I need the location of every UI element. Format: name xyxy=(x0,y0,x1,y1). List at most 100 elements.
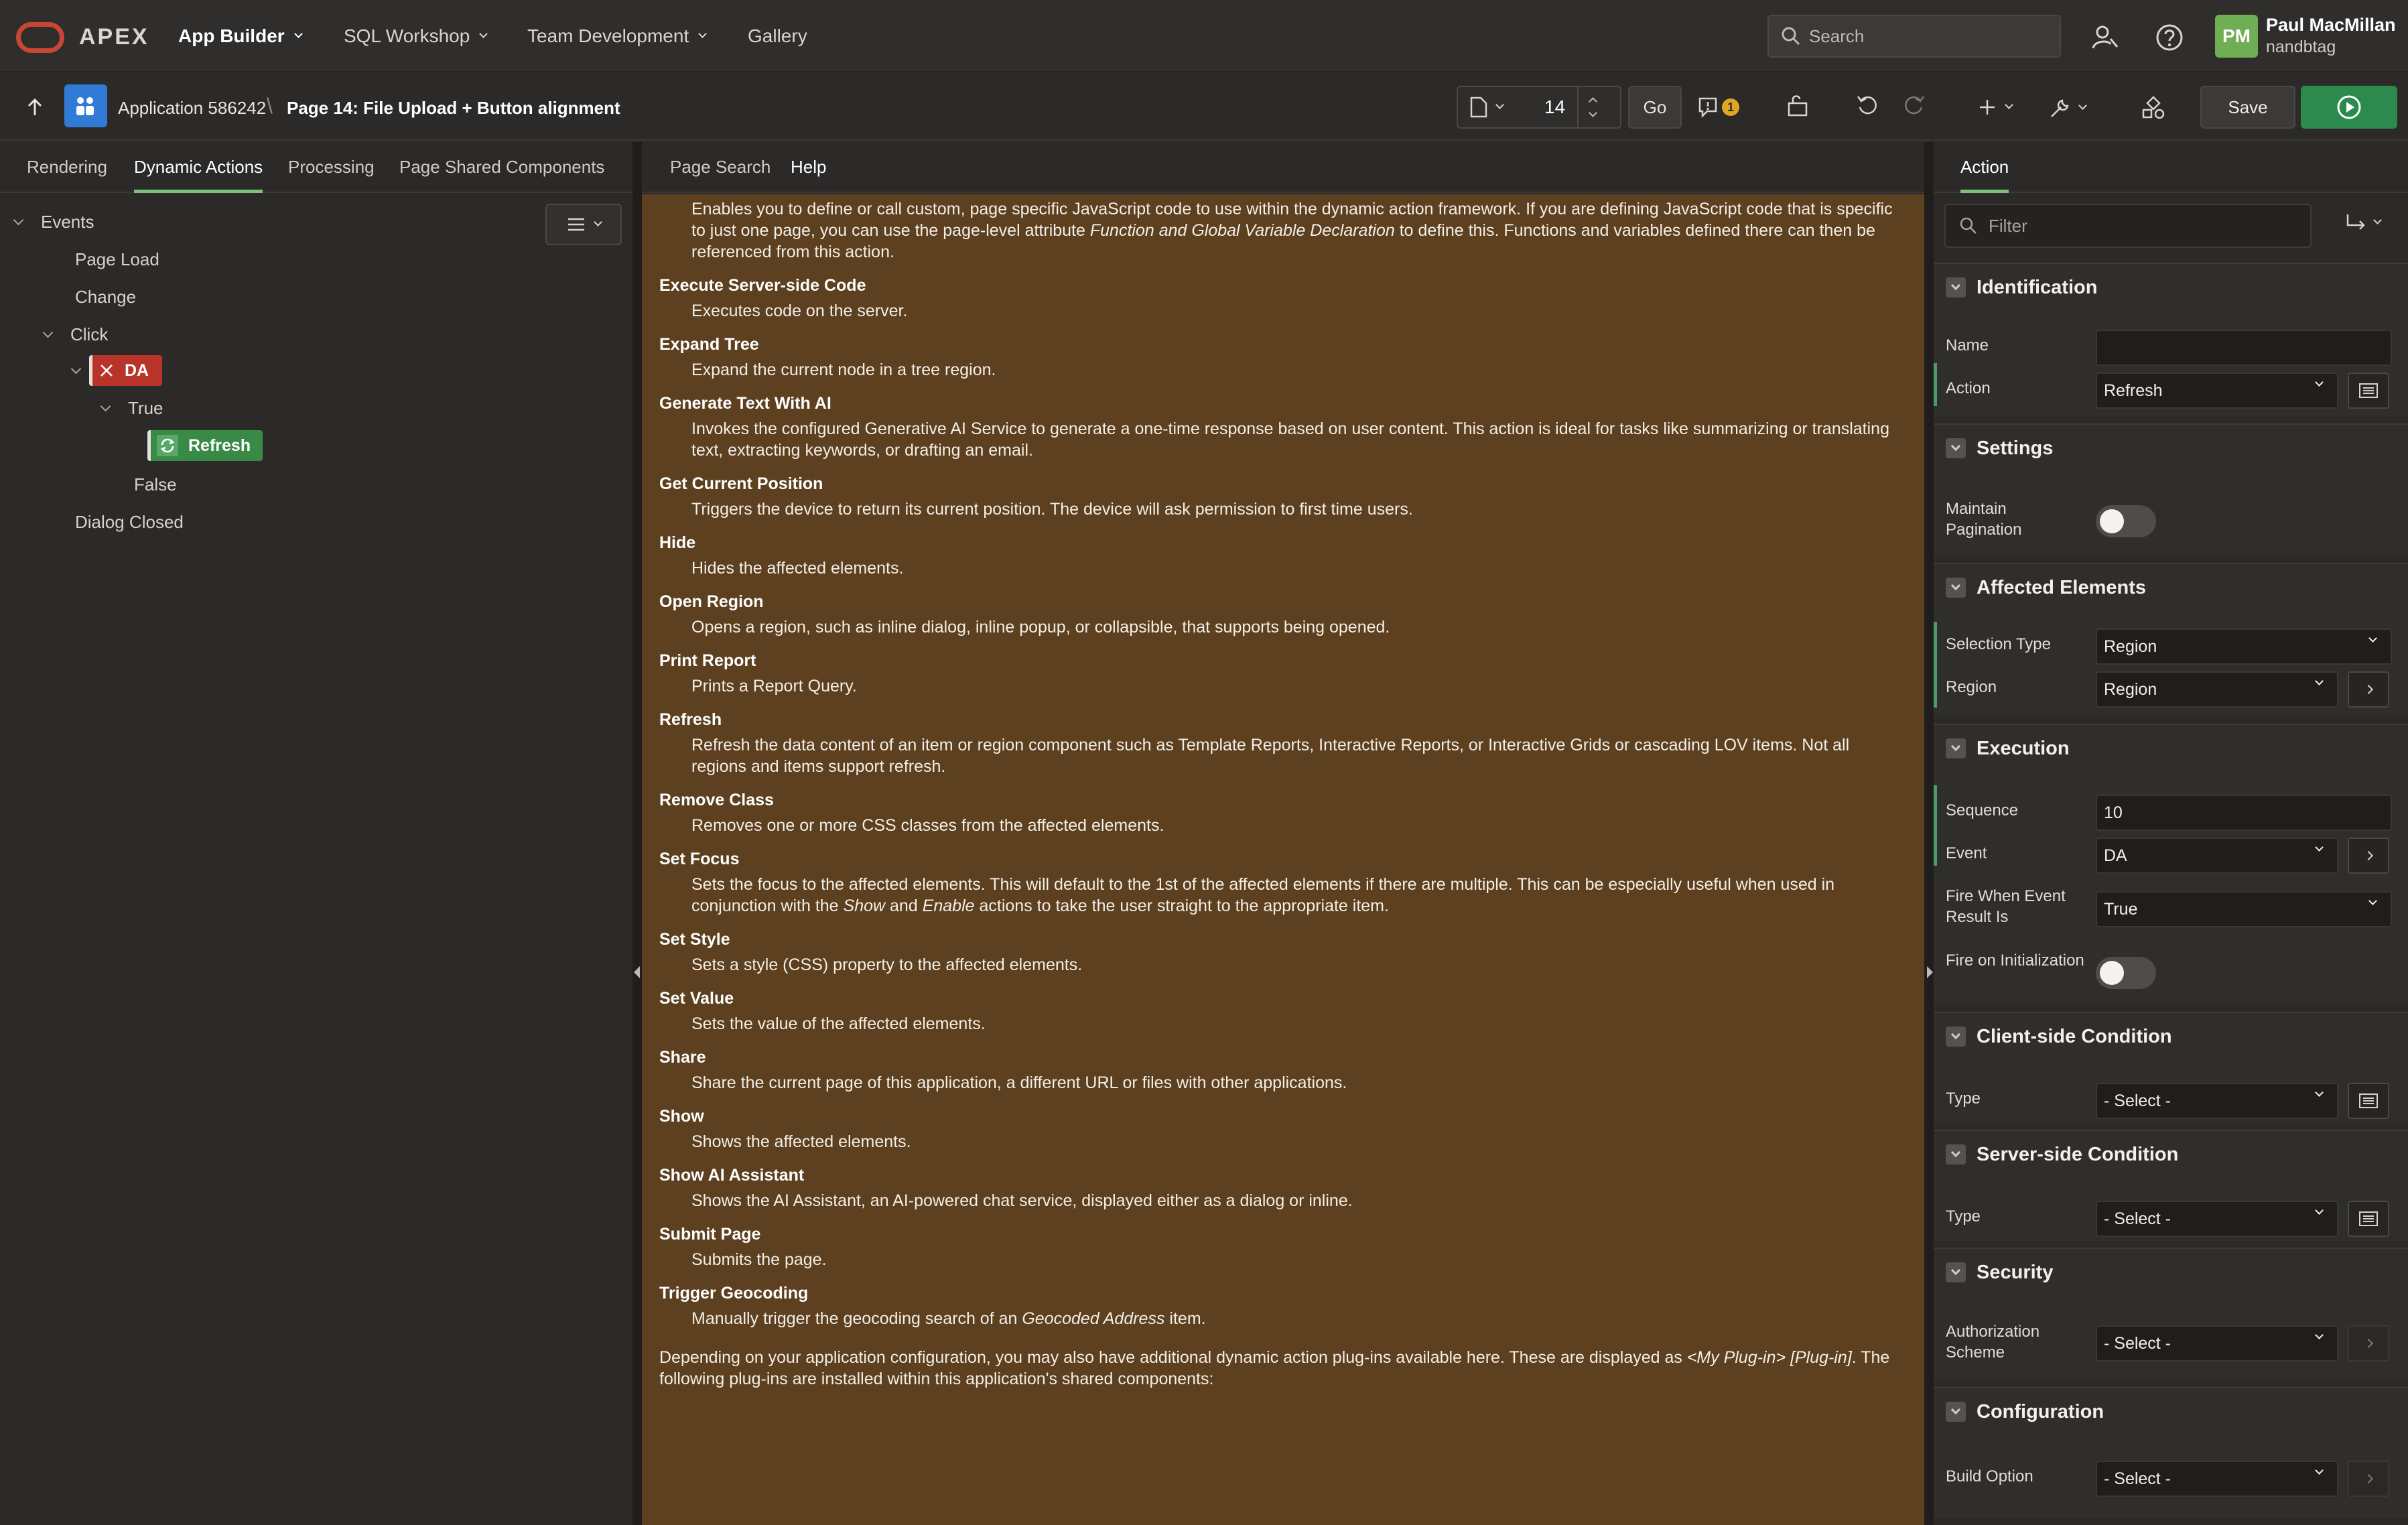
section-client-side-condition: Client-side Condition Type - Select - xyxy=(1934,1012,2408,1123)
go-to-group-button[interactable] xyxy=(2345,213,2382,232)
section-header[interactable]: Settings xyxy=(1934,423,2408,472)
chevron-down-icon[interactable] xyxy=(100,401,111,412)
help-text: Enables you to define or call custom, pa… xyxy=(659,194,1905,1390)
section-header[interactable]: Security xyxy=(1934,1248,2408,1296)
tree-node-da[interactable]: DA xyxy=(70,355,163,386)
application-icon[interactable] xyxy=(64,84,107,127)
user-avatar[interactable]: PM xyxy=(2215,15,2258,58)
list-of-values-button[interactable] xyxy=(2348,1201,2389,1237)
tree-menu-button[interactable] xyxy=(545,204,622,245)
go-to-authorization-button[interactable] xyxy=(2348,1325,2389,1362)
nav-gallery[interactable]: Gallery xyxy=(748,25,807,47)
redo-icon[interactable] xyxy=(1903,94,1926,117)
chevron-up-icon[interactable] xyxy=(1588,97,1597,106)
section-header[interactable]: Configuration xyxy=(1934,1387,2408,1435)
tab-help[interactable]: Help xyxy=(791,157,826,190)
run-page-button[interactable] xyxy=(2301,86,2397,129)
tree-node-page-load[interactable]: Page Load xyxy=(75,249,159,270)
utilities-menu-button[interactable] xyxy=(2049,96,2087,119)
nav-app-builder[interactable]: App Builder xyxy=(178,25,303,47)
undo-icon[interactable] xyxy=(1856,94,1879,117)
lock-page-icon[interactable] xyxy=(1786,94,1809,118)
go-to-event-button[interactable] xyxy=(2348,838,2389,874)
go-to-region-button[interactable] xyxy=(2348,671,2389,708)
left-splitter[interactable] xyxy=(632,142,642,1525)
tab-page-shared-components[interactable]: Page Shared Components xyxy=(399,157,604,190)
tab-processing[interactable]: Processing xyxy=(288,157,375,190)
collapse-toggle-icon[interactable] xyxy=(1946,438,1966,458)
fire-on-initialization-toggle[interactable] xyxy=(2096,957,2156,989)
list-of-values-button[interactable] xyxy=(2348,373,2389,409)
name-input[interactable] xyxy=(2096,330,2392,366)
action-refresh[interactable]: Refresh xyxy=(147,430,263,461)
tree-node-change[interactable]: Change xyxy=(75,287,136,308)
collapse-toggle-icon[interactable] xyxy=(1946,1144,1966,1165)
fire-when-select[interactable]: True xyxy=(2096,891,2392,927)
tree-node-events[interactable]: Events xyxy=(13,212,94,233)
selection-type-select[interactable]: Region xyxy=(2096,628,2392,665)
shared-components-icon[interactable] xyxy=(2141,95,2165,119)
collapse-toggle-icon[interactable] xyxy=(1946,1026,1966,1047)
property-filter-input[interactable]: Filter xyxy=(1944,204,2312,248)
save-button[interactable]: Save xyxy=(2200,86,2295,129)
right-splitter[interactable] xyxy=(1924,142,1934,1525)
up-arrow-icon[interactable] xyxy=(24,96,46,121)
page-number-stepper[interactable] xyxy=(1577,87,1607,127)
collapse-toggle-icon[interactable] xyxy=(1946,738,1966,758)
collapse-right-icon[interactable] xyxy=(1927,966,1933,978)
action-select[interactable]: Refresh xyxy=(2096,373,2338,409)
tab-action[interactable]: Action xyxy=(1960,157,2009,193)
oracle-logo-icon[interactable] xyxy=(16,22,64,53)
administration-icon[interactable] xyxy=(2089,23,2121,52)
set-focus-emphasis: Enable xyxy=(922,897,975,915)
dynamic-action-da[interactable]: DA xyxy=(89,355,163,386)
tab-rendering[interactable]: Rendering xyxy=(27,157,107,190)
tree-node-false[interactable]: False xyxy=(134,474,177,495)
section-header[interactable]: Execution xyxy=(1934,724,2408,772)
go-to-build-option-button[interactable] xyxy=(2348,1461,2389,1497)
global-search-input[interactable]: Search xyxy=(1767,15,2061,58)
collapse-toggle-icon[interactable] xyxy=(1946,1262,1966,1282)
authorization-scheme-select[interactable]: - Select - xyxy=(2096,1325,2338,1362)
event-select[interactable]: DA xyxy=(2096,838,2338,874)
section-header[interactable]: Identification xyxy=(1934,263,2408,311)
selection-type-label: Selection Type xyxy=(1946,635,2051,653)
chevron-down-icon[interactable] xyxy=(13,214,24,226)
section-header[interactable]: Server-side Condition xyxy=(1934,1130,2408,1178)
tree-node-true[interactable]: True xyxy=(100,398,163,419)
page-number-input[interactable]: 14 xyxy=(1544,96,1565,118)
collapse-toggle-icon[interactable] xyxy=(1946,277,1966,297)
chevron-down-icon xyxy=(2315,677,2324,685)
apex-brand[interactable]: APEX xyxy=(79,24,149,50)
tab-page-search[interactable]: Page Search xyxy=(670,157,771,190)
chevron-down-icon[interactable] xyxy=(42,327,54,338)
page-selector[interactable]: 14 xyxy=(1457,86,1621,129)
collapse-toggle-icon[interactable] xyxy=(1946,1402,1966,1422)
collapse-toggle-icon[interactable] xyxy=(1946,578,1966,598)
go-button[interactable]: Go xyxy=(1628,86,1682,129)
tree-node-refresh[interactable]: Refresh xyxy=(147,430,263,461)
client-type-select[interactable]: - Select - xyxy=(2096,1083,2338,1119)
sequence-input[interactable]: 10 xyxy=(2096,795,2392,831)
tree-node-dialog-closed[interactable]: Dialog Closed xyxy=(75,512,184,533)
section-header[interactable]: Affected Elements xyxy=(1934,563,2408,611)
build-option-select[interactable]: - Select - xyxy=(2096,1461,2338,1497)
maintain-pagination-toggle[interactable] xyxy=(2096,505,2156,537)
help-icon[interactable] xyxy=(2155,23,2184,52)
user-name[interactable]: Paul MacMillan xyxy=(2266,15,2396,36)
chevron-down-icon[interactable] xyxy=(1588,109,1597,117)
chevron-down-icon xyxy=(2005,100,2013,109)
region-select[interactable]: Region xyxy=(2096,671,2338,708)
breadcrumb-application[interactable]: Application 586242 xyxy=(118,98,266,119)
tab-dynamic-actions[interactable]: Dynamic Actions xyxy=(134,157,263,193)
section-header[interactable]: Client-side Condition xyxy=(1934,1012,2408,1060)
chevron-down-icon[interactable] xyxy=(70,363,82,374)
nav-sql-workshop[interactable]: SQL Workshop xyxy=(344,25,488,47)
server-type-select[interactable]: - Select - xyxy=(2096,1201,2338,1237)
tree-node-click[interactable]: Click xyxy=(42,324,108,345)
collapse-left-icon[interactable] xyxy=(634,966,640,978)
nav-team-development[interactable]: Team Development xyxy=(527,25,708,47)
page-warnings-button[interactable]: 1 xyxy=(1698,94,1739,121)
list-of-values-button[interactable] xyxy=(2348,1083,2389,1119)
create-menu-button[interactable] xyxy=(1978,98,2013,117)
